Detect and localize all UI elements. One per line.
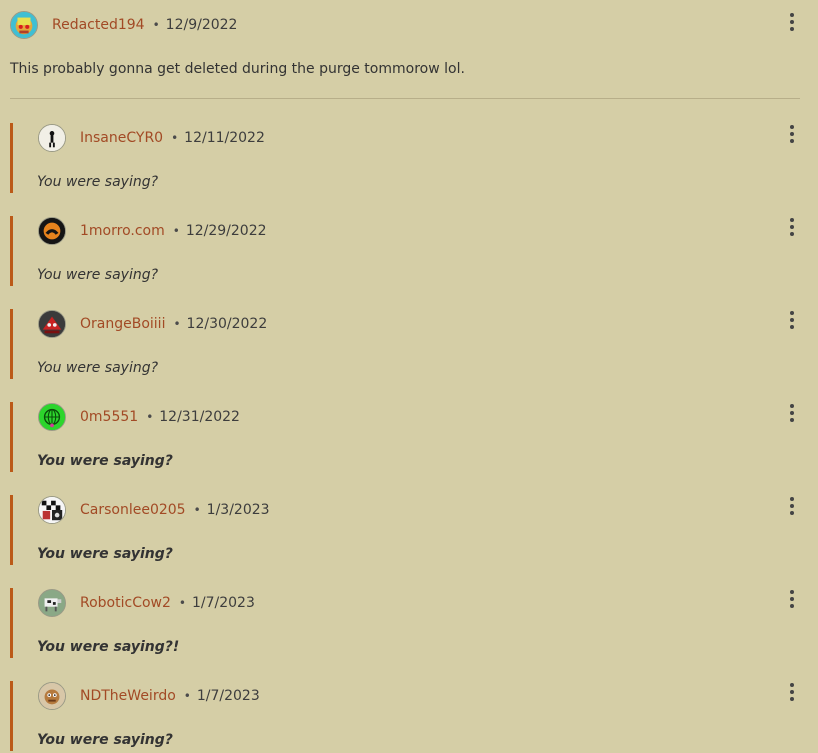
separator-dot: • (183, 689, 191, 703)
more-options-icon[interactable] (786, 124, 798, 144)
avatar[interactable] (38, 403, 66, 431)
reply-thread-bar (10, 216, 13, 286)
comment-username[interactable]: Carsonlee0205 (80, 502, 186, 518)
comment-text: You were saying? (37, 453, 173, 469)
reply-comment: RoboticCow2 • 1/7/2023 You were saying?! (10, 588, 818, 658)
comment-date: 1/7/2023 (191, 595, 255, 611)
comment-username[interactable]: OrangeBoiiii (80, 316, 165, 332)
reply-header: OrangeBoiiii • 12/30/2022 (38, 309, 267, 339)
separator-dot: • (193, 503, 201, 517)
reply-thread-bar (10, 588, 13, 658)
comment-username[interactable]: Redacted194 (52, 17, 145, 33)
reply-comment: Carsonlee0205 • 1/3/2023 You were saying… (10, 495, 818, 565)
more-options-icon[interactable] (786, 12, 798, 32)
more-options-icon[interactable] (786, 496, 798, 516)
comment-text: You were saying? (37, 546, 173, 562)
reply-header: Carsonlee0205 • 1/3/2023 (38, 495, 270, 525)
reply-comment: InsaneCYR0 • 12/11/2022 You were saying? (10, 123, 818, 193)
comment-date: 12/30/2022 (186, 316, 268, 332)
reply-header: NDTheWeirdo • 1/7/2023 (38, 681, 260, 711)
avatar[interactable] (10, 11, 38, 39)
comment-text: You were saying? (37, 360, 159, 376)
comment-text: You were saying? (37, 267, 159, 283)
separator-dot: • (146, 410, 154, 424)
separator-dot: • (173, 317, 181, 331)
comment-text: You were saying? (37, 174, 159, 190)
separator-dot: • (152, 18, 160, 32)
reply-comment: 0m5551 • 12/31/2022 You were saying? (10, 402, 818, 472)
comment-username[interactable]: InsaneCYR0 (80, 130, 163, 146)
comment-username[interactable]: RoboticCow2 (80, 595, 171, 611)
reply-thread-bar (10, 402, 13, 472)
comment-text: You were saying?! (37, 639, 180, 655)
more-options-icon[interactable] (786, 589, 798, 609)
reply-thread-bar (10, 495, 13, 565)
creature-avatar-icon (39, 683, 65, 709)
stick-figure-avatar-icon (39, 125, 65, 151)
orange-logo-avatar-icon (39, 218, 65, 244)
reply-thread-bar (10, 681, 13, 751)
reply-header: 0m5551 • 12/31/2022 (38, 402, 240, 432)
parent-comment: Redacted194 • 12/9/2022 This probably go… (0, 0, 818, 98)
comment-date: 12/29/2022 (185, 223, 267, 239)
cow-avatar-icon (39, 590, 65, 616)
reply-thread-bar (10, 309, 13, 379)
red-dark-avatar-icon (39, 311, 65, 337)
reply-comment: 1morro.com • 12/29/2022 You were saying? (10, 216, 818, 286)
checker-avatar-icon (39, 497, 65, 523)
more-options-icon[interactable] (786, 310, 798, 330)
comment-username[interactable]: NDTheWeirdo (80, 688, 176, 704)
separator-dot: • (172, 224, 180, 238)
avatar[interactable] (38, 589, 66, 617)
avatar[interactable] (38, 217, 66, 245)
comment-date: 12/31/2022 (159, 409, 240, 425)
comment-text: This probably gonna get deleted during t… (10, 61, 465, 77)
more-options-icon[interactable] (786, 403, 798, 423)
avatar[interactable] (38, 310, 66, 338)
more-options-icon[interactable] (786, 217, 798, 237)
comment-username[interactable]: 0m5551 (80, 409, 138, 425)
separator-dot: • (178, 596, 186, 610)
reply-thread-bar (10, 123, 13, 193)
reply-comment: OrangeBoiiii • 12/30/2022 You were sayin… (10, 309, 818, 379)
divider (10, 98, 800, 99)
comment-username[interactable]: 1morro.com (80, 223, 165, 239)
user-avatar-icon (11, 12, 37, 38)
reply-comment: NDTheWeirdo • 1/7/2023 You were saying? (10, 681, 818, 751)
comment-text: You were saying? (37, 732, 173, 748)
comment-date: 12/9/2022 (165, 17, 238, 33)
separator-dot: • (171, 131, 179, 145)
green-globe-avatar-icon (39, 404, 65, 430)
more-options-icon[interactable] (786, 682, 798, 702)
comment-date: 1/7/2023 (196, 688, 260, 704)
avatar[interactable] (38, 124, 66, 152)
comment-date: 12/11/2022 (184, 130, 265, 146)
parent-comment-header: Redacted194 • 12/9/2022 (10, 10, 237, 40)
comment-date: 1/3/2023 (206, 502, 270, 518)
reply-header: InsaneCYR0 • 12/11/2022 (38, 123, 265, 153)
avatar[interactable] (38, 496, 66, 524)
reply-header: RoboticCow2 • 1/7/2023 (38, 588, 255, 618)
reply-header: 1morro.com • 12/29/2022 (38, 216, 267, 246)
avatar[interactable] (38, 682, 66, 710)
